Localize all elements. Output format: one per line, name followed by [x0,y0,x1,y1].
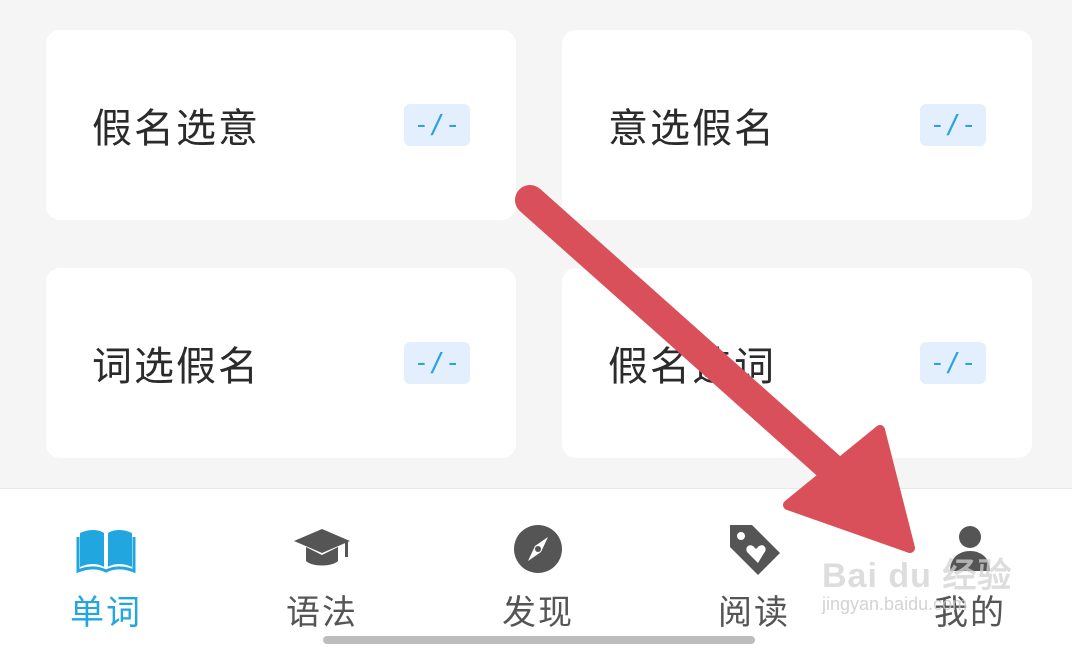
tab-grammar[interactable]: 语法 [252,511,392,633]
tab-label: 单词 [70,593,142,633]
user-icon [950,526,990,571]
book-icon [76,530,136,574]
tab-me[interactable]: 我的 [900,511,1040,633]
card-meaning-to-kana[interactable]: 意选假名 -/- [562,30,1032,220]
compass-icon [514,525,562,573]
tab-label: 发现 [502,593,574,633]
card-title: 假名选词 [608,344,776,390]
tab-label: 我的 [934,593,1006,633]
mode-grid: 假名选意 -/- 意选假名 -/- 词选假名 -/- 假名选词 -/- [0,0,1072,488]
tab-label: 阅读 [718,593,790,633]
graduation-cap-icon [294,529,350,566]
card-word-to-kana[interactable]: 词选假名 -/- [46,268,516,458]
progress-badge: -/- [920,104,986,146]
progress-badge: -/- [920,342,986,384]
home-indicator [323,636,755,644]
card-title: 词选假名 [92,344,260,390]
tab-discover[interactable]: 发现 [468,511,608,633]
tab-label: 语法 [286,593,358,633]
bottom-tab-bar: 单词 语法 发现 阅读 我的 [0,488,1072,648]
heart-tag-icon [730,525,780,575]
card-title: 意选假名 [608,106,776,152]
progress-badge: -/- [404,104,470,146]
progress-badge: -/- [404,342,470,384]
card-kana-to-word[interactable]: 假名选词 -/- [562,268,1032,458]
card-title: 假名选意 [92,106,260,152]
tab-words[interactable]: 单词 [36,511,176,633]
tab-reading[interactable]: 阅读 [684,511,824,633]
card-kana-to-meaning[interactable]: 假名选意 -/- [46,30,516,220]
